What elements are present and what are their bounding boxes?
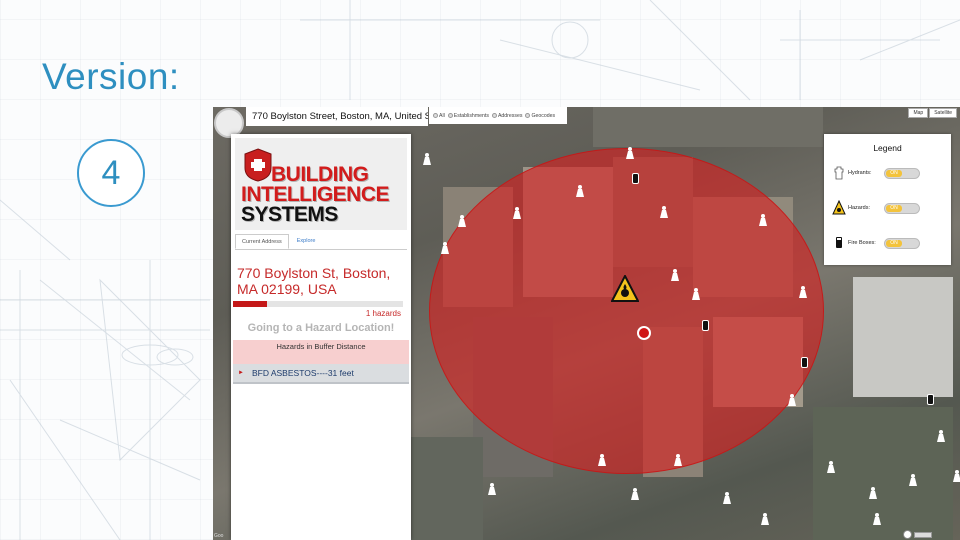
hazard-alert-text: Going to a Hazard Location! <box>247 322 395 334</box>
search-input[interactable]: 770 Boylston Street, Boston, MA, United … <box>246 107 428 126</box>
hazard-count: 1 hazards <box>365 309 401 318</box>
hydrant-icon[interactable] <box>761 513 769 525</box>
map-credit: Goo <box>214 533 224 539</box>
current-location-marker[interactable] <box>637 326 651 340</box>
info-panel: BUILDING INTELLIGENCE SYSTEMS Current Ad… <box>231 134 411 540</box>
current-address-text: 770 Boylston St, Boston, MA 02199, USA <box>237 265 391 297</box>
hydrant-icon[interactable] <box>827 461 835 473</box>
version-number-badge: 4 <box>77 139 145 207</box>
hydrant-icon <box>834 166 844 180</box>
building <box>853 277 953 397</box>
hazard-icon <box>832 200 846 215</box>
hydrant-icon[interactable] <box>598 454 606 466</box>
hydrant-icon[interactable] <box>953 470 960 482</box>
search-option-geocodes[interactable]: Geocodes <box>525 113 555 119</box>
firebox-icon[interactable] <box>927 394 934 405</box>
zoom-slider-track[interactable] <box>914 531 932 538</box>
panel-tabs: Current Address Explore <box>235 234 407 250</box>
tab-explore[interactable]: Explore <box>291 234 322 249</box>
search-option-addresses[interactable]: Addresses <box>491 113 522 119</box>
firebox-icon <box>836 237 842 248</box>
firebox-icon[interactable] <box>801 357 808 368</box>
building <box>813 407 953 540</box>
hazard-progress-bar <box>233 301 403 307</box>
zoom-slider-knob[interactable] <box>903 530 912 539</box>
hydrant-icon[interactable] <box>626 147 634 159</box>
buffer-header: Hazards in Buffer Distance <box>233 340 409 364</box>
hazards-toggle[interactable]: ON <box>884 202 920 214</box>
hazard-progress-fill <box>233 301 267 307</box>
app-screenshot: 770 Boylston Street, Boston, MA, United … <box>213 107 960 540</box>
hazard-label: BFD ASBESTOS----31 feet <box>251 368 354 378</box>
search-option-all[interactable]: All <box>433 113 445 119</box>
hydrant-icon[interactable] <box>873 513 881 525</box>
firebox-icon[interactable] <box>702 320 709 331</box>
legend-panel: Legend Hydrants: ON Hazards: ON Fire Box… <box>824 134 951 265</box>
hydrant-icon[interactable] <box>513 207 521 219</box>
hydrant-icon[interactable] <box>423 153 431 165</box>
hydrant-icon[interactable] <box>909 474 917 486</box>
hydrant-icon[interactable] <box>671 269 679 281</box>
map-type-map-button[interactable]: Map <box>908 108 929 118</box>
expand-arrow-icon: ► <box>238 370 244 376</box>
hydrant-icon[interactable] <box>723 492 731 504</box>
bis-logo: BUILDING INTELLIGENCE SYSTEMS <box>235 138 407 230</box>
search-filter-options: All Establishments Addresses Geocodes <box>429 107 567 124</box>
hydrant-icon[interactable] <box>937 430 945 442</box>
map-zoom-control <box>903 530 932 539</box>
tab-current-address[interactable]: Current Address <box>235 234 289 249</box>
hazard-icon[interactable] <box>611 275 639 303</box>
logo-wordmark: BUILDING INTELLIGENCE SYSTEMS <box>241 163 390 226</box>
search-option-establishments[interactable]: Establishments <box>447 113 489 119</box>
hydrant-icon[interactable] <box>488 483 496 495</box>
hazard-list-item[interactable]: ► BFD ASBESTOS----31 feet <box>233 364 409 384</box>
hydrant-icon[interactable] <box>674 454 682 466</box>
hydrant-icon[interactable] <box>660 206 668 218</box>
hydrant-icon[interactable] <box>869 487 877 499</box>
hydrant-icon[interactable] <box>576 185 584 197</box>
hydrant-icon[interactable] <box>692 288 700 300</box>
hydrant-icon[interactable] <box>788 394 796 406</box>
hydrant-icon[interactable] <box>799 286 807 298</box>
map-type-toggle: Map Satellite <box>908 108 957 118</box>
legend-row-fire-boxes: Fire Boxes: ON <box>832 234 947 252</box>
hydrants-toggle[interactable]: ON <box>884 167 920 179</box>
hazard-buffer-circle <box>429 148 824 474</box>
hydrant-icon[interactable] <box>441 242 449 254</box>
firebox-icon[interactable] <box>632 173 639 184</box>
legend-title: Legend <box>873 143 902 153</box>
hydrant-icon[interactable] <box>631 488 639 500</box>
hydrant-icon[interactable] <box>759 214 767 226</box>
slide-title: Version: <box>42 56 180 97</box>
legend-row-hydrants: Hydrants: ON <box>832 164 947 182</box>
map-type-satellite-button[interactable]: Satellite <box>929 108 957 118</box>
hydrant-icon[interactable] <box>458 215 466 227</box>
fire-boxes-toggle[interactable]: ON <box>884 237 920 249</box>
building <box>593 107 823 147</box>
legend-row-hazards: Hazards: ON <box>832 199 947 217</box>
